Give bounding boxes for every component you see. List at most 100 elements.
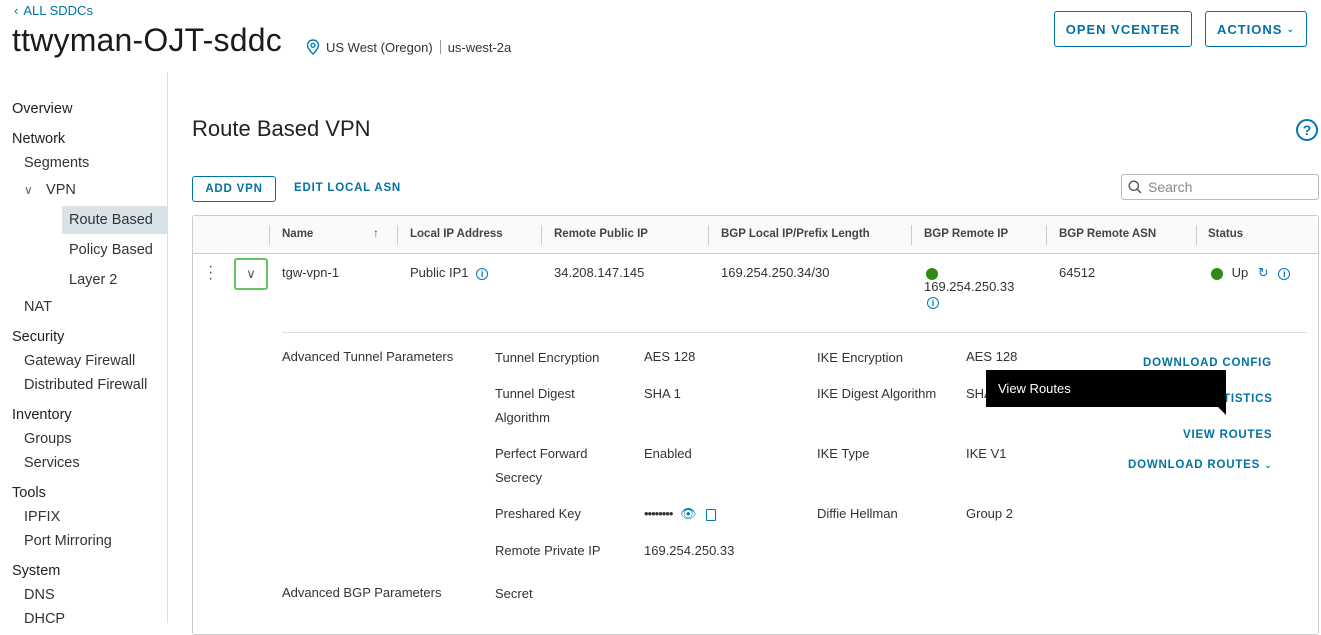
sidebar-section-security[interactable]: Security	[12, 329, 64, 345]
sidebar-item-gateway-firewall[interactable]: Gateway Firewall	[24, 353, 135, 369]
sidebar-section-tools[interactable]: Tools	[12, 485, 46, 501]
search-input[interactable]	[1148, 179, 1308, 195]
row-actions-kebab-icon[interactable]: · · ·	[208, 259, 213, 287]
sidebar-item-distributed-firewall[interactable]: Distributed Firewall	[24, 377, 147, 393]
location-pin-icon	[306, 39, 320, 55]
sidebar-item-segments[interactable]: Segments	[24, 155, 89, 171]
tunnel-digest-value: SHA 1	[644, 386, 681, 401]
view-statistics-button[interactable]: TISTICS	[1223, 393, 1273, 405]
tunnel-encryption-label: Tunnel Encryption	[495, 350, 600, 365]
download-routes-label: DOWNLOAD ROUTES	[1128, 459, 1261, 471]
sidebar-item-vpn[interactable]: ∨ VPN	[24, 182, 76, 198]
view-routes-button[interactable]: VIEW ROUTES	[1183, 429, 1272, 441]
sidebar-item-dhcp[interactable]: DHCP	[24, 611, 65, 627]
open-vcenter-button[interactable]: OPEN VCENTER	[1054, 11, 1192, 47]
column-separator	[541, 225, 542, 245]
preshared-key-dots: ••••••••	[644, 506, 673, 521]
ike-encryption-label: IKE Encryption	[817, 350, 903, 365]
pfs-label-line1: Perfect Forward	[495, 446, 588, 461]
chevron-left-icon: ‹	[14, 3, 19, 18]
back-to-all-sddcs-link[interactable]: ‹ ALL SDDCs	[14, 3, 93, 18]
column-header-name[interactable]: Name	[282, 228, 313, 240]
search-icon	[1128, 180, 1142, 194]
sidebar-nav: Overview Network Segments ∨ VPN Route Ba…	[0, 72, 168, 627]
diffie-hellman-label: Diffie Hellman	[817, 506, 898, 521]
advanced-tunnel-parameters-heading: Advanced Tunnel Parameters	[282, 349, 454, 364]
download-config-button[interactable]: DOWNLOAD CONFIG	[1143, 357, 1272, 369]
ike-type-label: IKE Type	[817, 446, 870, 461]
add-vpn-button[interactable]: ADD VPN	[192, 176, 276, 202]
region-text: US West (Oregon)	[326, 39, 433, 55]
sddc-location: US West (Oregon) us-west-2a	[306, 39, 511, 55]
info-icon[interactable]: i	[927, 294, 939, 309]
sort-ascending-icon[interactable]: ↑	[373, 226, 379, 240]
sidebar-item-services[interactable]: Services	[24, 455, 80, 471]
ike-type-value: IKE V1	[966, 446, 1007, 461]
row-expand-toggle[interactable]: ∨	[234, 258, 268, 290]
status-label: Up	[1231, 265, 1249, 280]
bgp-remote-status-dot	[926, 265, 938, 280]
sidebar-item-port-mirroring[interactable]: Port Mirroring	[24, 533, 112, 549]
column-header-bgp-remote-asn[interactable]: BGP Remote ASN	[1059, 228, 1156, 240]
sidebar-item-groups[interactable]: Groups	[24, 431, 72, 447]
sidebar-section-system[interactable]: System	[12, 563, 60, 579]
download-routes-dropdown[interactable]: DOWNLOAD ROUTES ⌄	[1128, 459, 1272, 471]
column-name-label: Name	[282, 228, 314, 240]
row-bgp-remote-ip: 169.254.250.33	[924, 279, 1015, 294]
column-header-remote-public-ip[interactable]: Remote Public IP	[554, 228, 648, 240]
column-separator	[1046, 225, 1047, 245]
detail-divider	[282, 332, 1307, 333]
sddc-title: ttwyman-OJT-sddc	[12, 22, 282, 58]
tunnel-digest-label-line1: Tunnel Digest	[495, 386, 575, 401]
view-routes-tooltip: View Routes	[986, 370, 1226, 415]
actions-label: ACTIONS	[1216, 21, 1283, 37]
eye-icon[interactable]: 👁	[680, 506, 697, 521]
sidebar-section-inventory[interactable]: Inventory	[12, 407, 72, 423]
secret-label: Secret	[495, 586, 533, 601]
search-box[interactable]	[1121, 174, 1319, 200]
actions-button[interactable]: ACTIONS ⌄	[1205, 11, 1307, 47]
row-local-ip: Public IP1 i	[410, 265, 489, 280]
ike-encryption-value: AES 128	[966, 349, 1018, 364]
sidebar-item-route-based[interactable]: Route Based	[69, 212, 153, 228]
column-header-bgp-remote-ip[interactable]: BGP Remote IP	[924, 228, 1008, 240]
column-header-bgp-local[interactable]: BGP Local IP/Prefix Length	[721, 228, 870, 240]
help-icon[interactable]: ?	[1296, 119, 1318, 141]
copy-icon[interactable]	[706, 508, 717, 521]
sidebar-item-layer2[interactable]: Layer 2	[69, 272, 117, 288]
remote-private-ip-label: Remote Private IP	[495, 543, 601, 558]
chevron-down-icon: ⌄	[1286, 23, 1296, 34]
edit-local-asn-button[interactable]: EDIT LOCAL ASN	[294, 182, 401, 194]
tunnel-digest-label: Tunnel Digest Algorithm	[495, 382, 575, 430]
column-header-status[interactable]: Status	[1208, 228, 1243, 240]
local-ip-value: Public IP1	[410, 265, 469, 280]
info-icon[interactable]: i	[1278, 267, 1291, 280]
sidebar-section-network[interactable]: Network	[12, 131, 65, 147]
column-header-local-ip[interactable]: Local IP Address	[410, 228, 503, 240]
pfs-label: Perfect Forward Secrecy	[495, 442, 587, 490]
row-bgp-local: 169.254.250.34/30	[721, 265, 830, 280]
refresh-icon[interactable]: ↻	[1258, 265, 1269, 280]
page-title: Route Based VPN	[192, 116, 371, 141]
column-separator	[269, 225, 270, 245]
sidebar-item-overview[interactable]: Overview	[12, 101, 72, 117]
sidebar-item-policy-based[interactable]: Policy Based	[69, 242, 153, 258]
column-separator	[911, 225, 912, 245]
preshared-key-value: •••••••• 👁	[644, 502, 717, 526]
tunnel-digest-label-line2: Algorithm	[495, 410, 550, 425]
column-separator	[397, 225, 398, 245]
advanced-bgp-parameters-heading: Advanced BGP Parameters	[282, 585, 442, 600]
status-up-dot	[1211, 267, 1223, 280]
pfs-value: Enabled	[644, 446, 692, 461]
row-remote-public-ip: 34.208.147.145	[554, 265, 645, 280]
sidebar-item-dns[interactable]: DNS	[24, 587, 55, 603]
row-bgp-remote-asn: 64512	[1059, 265, 1096, 280]
ike-digest-label: IKE Digest Algorithm	[817, 386, 937, 401]
vpn-table: Name ↑ Local IP Address Remote Public IP…	[192, 215, 1319, 635]
sidebar-item-ipfix[interactable]: IPFIX	[24, 509, 60, 525]
column-separator	[708, 225, 709, 245]
chevron-down-icon: ∨	[246, 266, 256, 281]
info-icon[interactable]: i	[476, 267, 489, 280]
chevron-down-icon: ⌄	[1264, 460, 1273, 470]
sidebar-item-nat[interactable]: NAT	[24, 299, 52, 315]
